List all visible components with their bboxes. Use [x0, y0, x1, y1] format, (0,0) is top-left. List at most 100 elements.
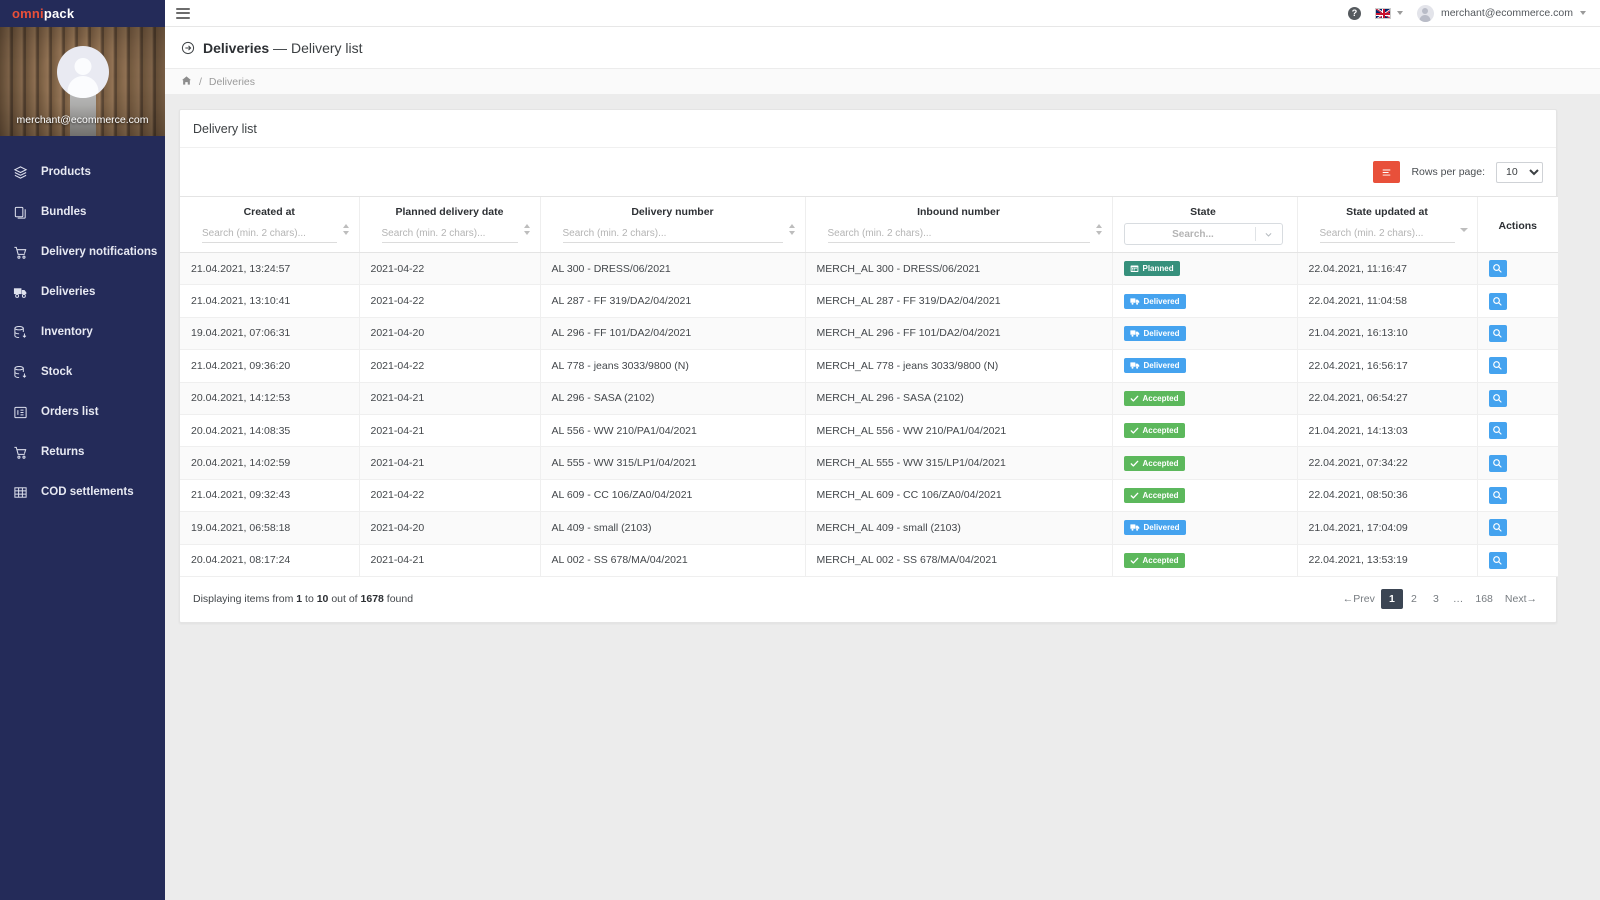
column-state-updated-at: State updated at — [1297, 197, 1477, 253]
cell-state: Accepted — [1112, 479, 1297, 511]
filter-inbound-number[interactable] — [828, 226, 1090, 243]
sort-toggle-inbound-number[interactable] — [1096, 224, 1103, 236]
sidebar-item-deliveries[interactable]: Deliveries — [0, 278, 165, 306]
pagination-page-168[interactable]: 168 — [1469, 589, 1499, 609]
sidebar-item-cod-settlements[interactable]: COD settlements — [0, 478, 165, 506]
filter-state-select[interactable]: Search... — [1124, 223, 1283, 245]
table-row[interactable]: 20.04.2021, 14:08:352021-04-21AL 556 - W… — [180, 414, 1558, 446]
pagination-next[interactable]: Next→ — [1499, 589, 1543, 609]
cell-actions — [1477, 414, 1558, 446]
sidebar-item-label: Delivery notifications — [41, 246, 157, 258]
sort-toggle-delivery-number[interactable] — [789, 224, 796, 236]
view-details-button[interactable] — [1489, 390, 1507, 407]
pagination-page-1[interactable]: 1 — [1381, 589, 1403, 609]
sidebar-item-label: Orders list — [41, 406, 99, 418]
column-header-label: State — [1124, 206, 1283, 218]
cell-created-at: 19.04.2021, 06:58:18 — [180, 512, 359, 544]
filter-delivery-number[interactable] — [563, 226, 783, 243]
sidebar-item-delivery-notifications[interactable]: Delivery notifications — [0, 238, 165, 266]
view-details-button[interactable] — [1489, 519, 1507, 536]
brand-logo[interactable]: omnipack — [12, 6, 74, 21]
view-details-button[interactable] — [1489, 455, 1507, 472]
cell-actions — [1477, 253, 1558, 285]
check-icon — [1130, 394, 1139, 403]
column-header-label: Actions — [1489, 220, 1548, 232]
status-badge-label: Delivered — [1144, 297, 1180, 306]
view-details-button[interactable] — [1489, 357, 1507, 374]
status-badge-label: Accepted — [1143, 394, 1179, 403]
chevron-down-icon — [1580, 11, 1586, 15]
breadcrumb-item-deliveries[interactable]: Deliveries — [209, 76, 255, 88]
view-details-button[interactable] — [1489, 260, 1507, 277]
table-row[interactable]: 21.04.2021, 09:32:432021-04-22AL 609 - C… — [180, 479, 1558, 511]
status-badge-label: Accepted — [1143, 426, 1179, 435]
pagination: ←Prev 1 2 3 … 168 Next→ — [1337, 589, 1543, 609]
sort-toggle-created-at[interactable] — [343, 224, 350, 236]
language-selector[interactable] — [1375, 8, 1403, 19]
topbar: ? merchant@ecommerce.com — [165, 0, 1600, 27]
cell-planned-delivery-date: 2021-04-21 — [359, 544, 540, 576]
cell-created-at: 21.04.2021, 09:32:43 — [180, 479, 359, 511]
sort-toggle-planned-delivery-date[interactable] — [524, 224, 531, 236]
view-details-button[interactable] — [1489, 325, 1507, 342]
pagination-page-2[interactable]: 2 — [1403, 589, 1425, 609]
filter-state-updated-at[interactable] — [1320, 226, 1455, 243]
table-row[interactable]: 19.04.2021, 07:06:312021-04-20AL 296 - F… — [180, 317, 1558, 349]
pagination-page-3[interactable]: 3 — [1425, 589, 1447, 609]
home-icon[interactable] — [181, 75, 192, 89]
pagination-ellipsis: … — [1447, 589, 1470, 609]
help-icon[interactable]: ? — [1348, 7, 1361, 20]
sidebar-item-inventory[interactable]: Inventory — [0, 318, 165, 346]
cell-actions — [1477, 544, 1558, 576]
rows-per-page-select[interactable]: 10 25 50 100 — [1496, 162, 1543, 183]
cell-delivery-number: AL 002 - SS 678/MA/04/2021 — [540, 544, 805, 576]
status-badge-label: Planned — [1143, 264, 1174, 273]
table-row[interactable]: 19.04.2021, 06:58:182021-04-20AL 409 - s… — [180, 512, 1558, 544]
filter-planned-delivery-date[interactable] — [382, 226, 518, 243]
table-row[interactable]: 21.04.2021, 09:36:202021-04-22AL 778 - j… — [180, 350, 1558, 382]
displaying-mid-to: to — [302, 593, 317, 605]
cell-inbound-number: MERCH_AL 409 - small (2103) — [805, 512, 1112, 544]
view-details-button[interactable] — [1489, 422, 1507, 439]
displaying-total: 1678 — [361, 593, 384, 605]
main-area: ? merchant@ecommerce.com — [165, 0, 1600, 900]
column-header-label: Delivery number — [552, 206, 794, 218]
card-title: Delivery list — [180, 110, 1556, 148]
sidebar-item-returns[interactable]: Returns — [0, 438, 165, 466]
list-lines-icon-button[interactable] — [1373, 161, 1400, 183]
view-details-button[interactable] — [1489, 293, 1507, 310]
status-badge-label: Delivered — [1144, 523, 1180, 532]
chevron-down-icon[interactable] — [1460, 228, 1468, 232]
cell-delivery-number: AL 296 - SASA (2102) — [540, 382, 805, 414]
filter-created-at[interactable] — [202, 226, 337, 243]
sidebar-item-products[interactable]: Products — [0, 158, 165, 186]
sidebar-item-stock[interactable]: Stock — [0, 358, 165, 386]
cart-icon — [13, 445, 28, 460]
chevron-down-icon — [1256, 230, 1282, 239]
user-avatar — [1417, 5, 1434, 22]
cell-created-at: 20.04.2021, 14:02:59 — [180, 447, 359, 479]
calendar-icon — [1130, 264, 1139, 273]
avatar[interactable] — [57, 46, 109, 98]
view-details-button[interactable] — [1489, 552, 1507, 569]
cell-created-at: 19.04.2021, 07:06:31 — [180, 317, 359, 349]
user-menu[interactable]: merchant@ecommerce.com — [1417, 5, 1586, 22]
grid-table-icon — [13, 485, 28, 500]
status-badge: Accepted — [1124, 553, 1185, 568]
sidebar-item-label: Returns — [41, 446, 84, 458]
table-header-row: Created at Planned delivery date Deliv — [180, 197, 1558, 253]
cell-inbound-number: MERCH_AL 556 - WW 210/PA1/04/2021 — [805, 414, 1112, 446]
cell-delivery-number: AL 555 - WW 315/LP1/04/2021 — [540, 447, 805, 479]
sidebar-item-bundles[interactable]: Bundles — [0, 198, 165, 226]
table-row[interactable]: 21.04.2021, 13:10:412021-04-22AL 287 - F… — [180, 285, 1558, 317]
sidebar-item-orders-list[interactable]: Orders list — [0, 398, 165, 426]
view-details-button[interactable] — [1489, 487, 1507, 504]
table-row[interactable]: 20.04.2021, 08:17:242021-04-21AL 002 - S… — [180, 544, 1558, 576]
table-row[interactable]: 20.04.2021, 14:02:592021-04-21AL 555 - W… — [180, 447, 1558, 479]
hamburger-icon[interactable] — [176, 8, 190, 19]
table-row[interactable]: 21.04.2021, 13:24:572021-04-22AL 300 - D… — [180, 253, 1558, 285]
table-row[interactable]: 20.04.2021, 14:12:532021-04-21AL 296 - S… — [180, 382, 1558, 414]
pagination-prev[interactable]: ←Prev — [1337, 589, 1381, 609]
truck-icon — [13, 285, 28, 300]
status-badge: Accepted — [1124, 456, 1185, 471]
